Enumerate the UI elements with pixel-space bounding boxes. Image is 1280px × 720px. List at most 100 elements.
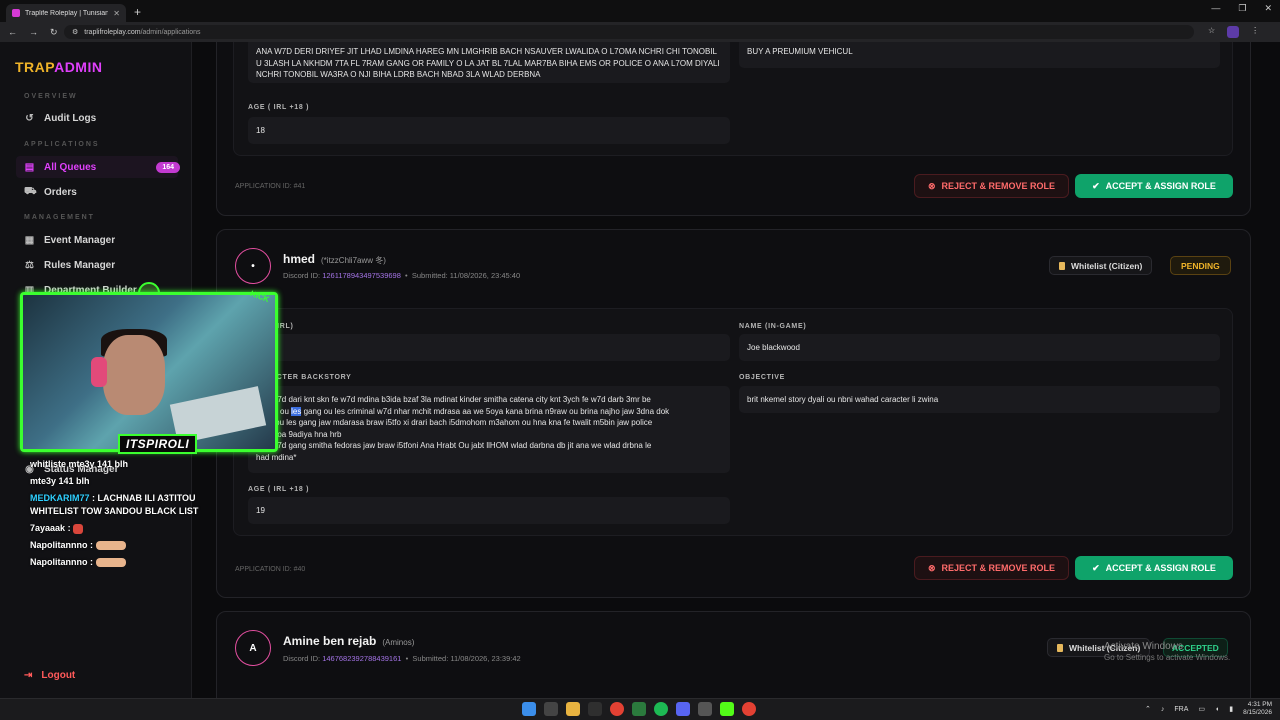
windows-start-icon[interactable] <box>522 702 536 716</box>
system-tray: ⌃ ♪ FRA ▭ ◖ ▮ 4:31 PM 8/15/2026 <box>1145 701 1272 717</box>
url-path: /admin/applications <box>140 28 201 36</box>
application-card-41: ANA W7D DERI DRIYEF JIT LHAD LMDINA HARE… <box>216 42 1251 216</box>
reject-remove-role-button[interactable]: ⊗ REJECT & REMOVE ROLE <box>914 556 1069 580</box>
sidebar-item-audit-logs[interactable]: ↺ Audit Logs <box>24 108 180 128</box>
battery-icon[interactable]: ▮ <box>1229 705 1233 713</box>
close-tab-icon[interactable]: ✕ <box>113 9 120 18</box>
windows-taskbar: ⌃ ♪ FRA ▭ ◖ ▮ 4:31 PM 8/15/2026 <box>0 698 1280 720</box>
section-management: MANAGEMENT <box>24 214 95 221</box>
avatar: • <box>235 248 271 284</box>
submitted-time: Submitted: 11/08/2026, 23:45:40 <box>411 271 521 280</box>
applications-list[interactable]: ANA W7D DERI DRIYEF JIT LHAD LMDINA HARE… <box>193 42 1280 698</box>
objective-field: brit nkemel story dyali ou nbni wahad ca… <box>739 386 1220 413</box>
discord-id[interactable]: 1467682392788439161 <box>322 654 401 663</box>
document-icon: ▤ <box>24 161 35 173</box>
sidebar-item-orders[interactable]: ⛟ Orders <box>24 182 180 202</box>
clock[interactable]: 4:31 PM 8/15/2026 <box>1243 701 1272 717</box>
emote-icon <box>95 558 126 568</box>
status-badge: PENDING <box>1170 256 1231 275</box>
application-id: APPLICATION ID: #40 <box>235 566 306 573</box>
age-label: AGE ( IRL +18 ) <box>248 486 310 493</box>
scale-icon: ⚖ <box>25 259 34 271</box>
queue-count-badge: 164 <box>156 161 180 173</box>
discord-icon[interactable] <box>676 702 690 716</box>
sidebar-item-event-manager[interactable]: ▦ Event Manager <box>24 230 180 250</box>
reject-remove-role-button[interactable]: ⊗ REJECT & REMOVE ROLE <box>914 174 1069 198</box>
windows-activation-watermark: Activate Windows Go to Settings to activa… <box>1104 641 1231 662</box>
site-favicon-icon <box>12 9 20 17</box>
chat-message: Napolitannno : <box>30 556 200 569</box>
store-icon[interactable] <box>588 702 602 716</box>
window-controls: — ❐ ✕ <box>1211 3 1272 14</box>
chrome-icon[interactable] <box>742 702 756 716</box>
name-ingame-label: NAME (IN-GAME) <box>739 323 807 330</box>
age-field: 19 <box>248 497 730 524</box>
kick-app-icon[interactable] <box>720 702 734 716</box>
close-window-icon[interactable]: ✕ <box>1264 3 1272 14</box>
extension-icon[interactable] <box>1227 26 1240 38</box>
spotify-icon[interactable] <box>654 702 668 716</box>
language-indicator[interactable]: FRA <box>1174 706 1188 713</box>
forward-icon[interactable]: → <box>29 27 38 38</box>
browser-tab[interactable]: Traplife Roleplay | Tunisian GTA ✕ <box>6 4 126 22</box>
name-ingame-field: Joe blackwood <box>739 334 1220 361</box>
file-explorer-icon[interactable] <box>566 702 580 716</box>
reload-icon[interactable]: ↻ <box>50 27 58 38</box>
backstory-field: ana w7d dari knt skn fe w7d mdina b3ida … <box>248 386 730 473</box>
emote-icon <box>73 523 84 534</box>
brand-logo[interactable]: TRAPADMIN <box>15 59 102 75</box>
applicant-name: Amine ben rejab (Aminos) <box>283 634 415 648</box>
menu-dots-icon[interactable]: ⋮ <box>1251 26 1259 38</box>
volume-icon[interactable]: ◖ <box>1215 706 1219 713</box>
minimize-icon[interactable]: — <box>1211 3 1220 14</box>
new-tab-icon[interactable]: + <box>134 5 141 19</box>
sidebar-item-rules-manager[interactable]: ⚖ Rules Manager <box>24 255 180 275</box>
x-circle-icon: ⊗ <box>927 180 936 191</box>
microphone-icon[interactable]: ♪ <box>1161 706 1165 713</box>
browser-tab-bar: Traplife Roleplay | Tunisian GTA ✕ + — ❐… <box>0 0 1280 22</box>
logout-icon: ⇥ <box>24 670 33 681</box>
name-irl-field <box>248 334 730 361</box>
section-overview: OVERVIEW <box>24 93 78 100</box>
applicant-alias: (*itzzChli7aww 冬) <box>321 256 386 265</box>
avatar: A <box>235 630 271 666</box>
text-selection: les <box>291 406 302 416</box>
network-icon[interactable]: ▭ <box>1198 705 1205 713</box>
chat-message: MEDKARIM77 : LACHNAB ILI A3TITOU WHITELI… <box>30 493 199 516</box>
chat-message: 7ayaaak : <box>30 522 200 535</box>
applicant-meta: Discord ID: 1467682392788439161 • Submit… <box>283 654 521 663</box>
applicant-name: hmed (*itzzChli7aww 冬) <box>283 252 386 266</box>
maximize-icon[interactable]: ❐ <box>1238 3 1246 14</box>
accept-assign-role-button[interactable]: ✔ ACCEPT & ASSIGN ROLE <box>1075 174 1233 198</box>
discord-id[interactable]: 1261178943497539698 <box>322 271 401 280</box>
section-applications: APPLICATIONS <box>24 141 100 148</box>
chat-message: whitliste mte3y 141 blh <box>30 459 129 469</box>
age-label: AGE ( IRL +18 ) <box>248 104 310 111</box>
accept-assign-role-button[interactable]: ✔ ACCEPT & ASSIGN ROLE <box>1075 556 1233 580</box>
applicant-meta: Discord ID: 1261178943497539698 • Submit… <box>283 271 521 280</box>
streamer-name: ITSPIROLI <box>118 434 198 454</box>
app-icon[interactable] <box>632 702 646 716</box>
site-info-icon[interactable]: ⚙ <box>72 28 78 36</box>
back-icon[interactable]: ← <box>8 27 17 38</box>
sidebar-item-all-queues[interactable]: ▤ All Queues 164 <box>24 157 180 177</box>
chrome-icon[interactable] <box>610 702 624 716</box>
address-bar-row: ← → ↻ ⚙ traplifroleplay.com/admin/applic… <box>0 22 1280 42</box>
objective-field: BUY A PREUMIUM VEHICUL <box>739 42 1220 68</box>
app-icon[interactable] <box>698 702 712 716</box>
url-domain: traplifroleplay.com <box>84 28 141 36</box>
cart-icon: ⛟ <box>24 185 37 197</box>
application-card-40: • hmed (*itzzChli7aww 冬) Discord ID: 1261… <box>216 229 1251 598</box>
applicant-alias: (Aminos) <box>382 638 415 647</box>
check-circle-icon: ✔ <box>1092 180 1100 191</box>
url-field[interactable]: ⚙ traplifroleplay.com/admin/applications <box>64 25 1194 39</box>
chevron-up-icon[interactable]: ⌃ <box>1145 705 1151 713</box>
submitted-time: Submitted: 11/08/2026, 23:39:42 <box>412 654 521 663</box>
x-circle-icon: ⊗ <box>927 562 936 573</box>
logout-button[interactable]: ⇥ Logout <box>24 670 75 681</box>
document-icon <box>1057 643 1063 652</box>
search-icon[interactable] <box>544 702 558 716</box>
bookmark-star-icon[interactable]: ☆ <box>1208 26 1215 38</box>
backstory-field: ANA W7D DERI DRIYEF JIT LHAD LMDINA HARE… <box>248 42 730 83</box>
application-details: ANA W7D DERI DRIYEF JIT LHAD LMDINA HARE… <box>233 42 1233 156</box>
